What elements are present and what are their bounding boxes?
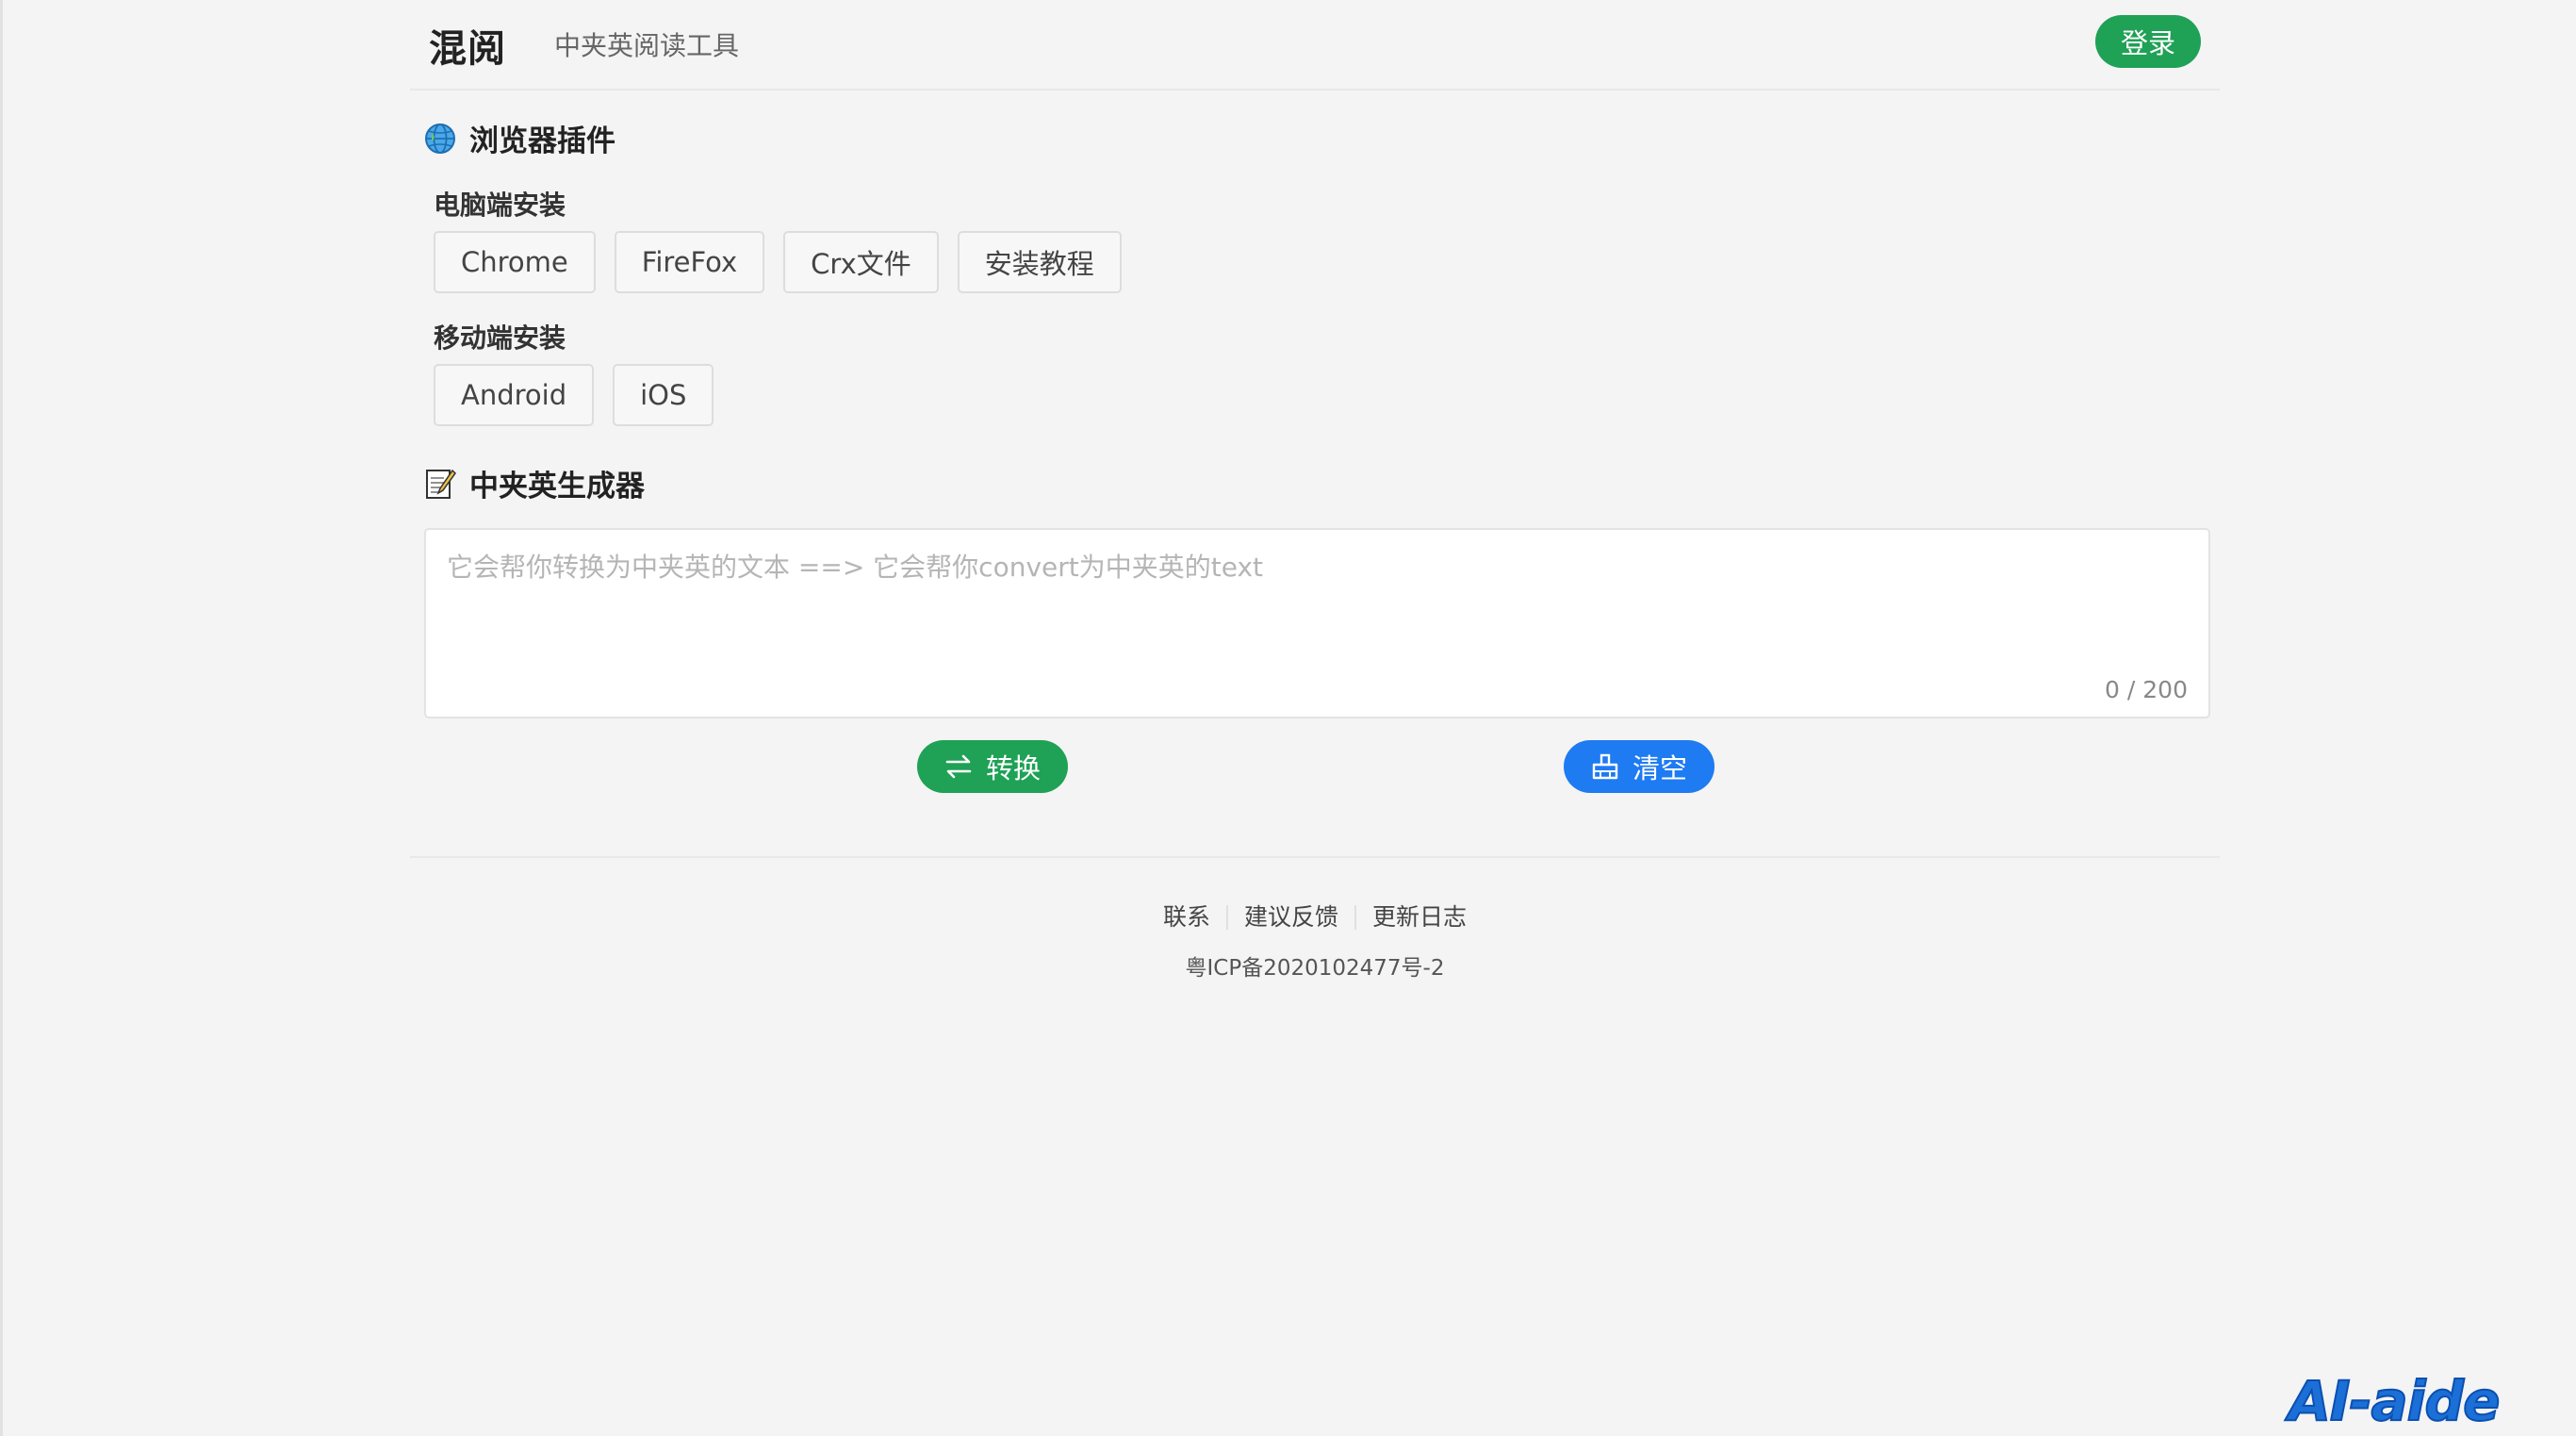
generator-section-title: 中夹英生成器 [424, 462, 645, 504]
footer-link-feedback[interactable]: 建议反馈 [1225, 905, 1354, 930]
watermark-logo: AI-aide [2288, 1368, 2501, 1434]
generator-section-label: 中夹英生成器 [469, 470, 645, 503]
install-tutorial-button[interactable]: 安装教程 [957, 231, 1122, 293]
mobile-install-buttons: Android iOS [434, 364, 714, 426]
convert-button[interactable]: 转换 [917, 740, 1068, 793]
login-button[interactable]: 登录 [2095, 15, 2201, 68]
globe-icon [425, 123, 455, 154]
ios-button[interactable]: iOS [613, 364, 714, 426]
desktop-install-buttons: Chrome FireFox Crx文件 安装教程 [434, 231, 1122, 293]
broom-icon [1592, 753, 1618, 780]
desktop-install-title: 电脑端安装 [434, 190, 566, 221]
source-text-input[interactable] [426, 530, 2208, 717]
footer-divider [410, 856, 2220, 858]
footer-links: 联系 建议反馈 更新日志 [410, 905, 2220, 930]
top-header: 混阅 中夹英阅读工具 登录 [410, 0, 2220, 91]
android-button[interactable]: Android [434, 364, 595, 426]
window-edge [0, 0, 3, 1436]
convert-label: 转换 [985, 752, 1041, 784]
icp-record[interactable]: 粤ICP备2020102477号-2 [410, 949, 2220, 982]
memo-icon [426, 469, 456, 499]
brand-logo[interactable]: 混阅 [429, 18, 506, 73]
brand-tagline: 中夹英阅读工具 [554, 30, 740, 61]
plugin-section-title: 浏览器插件 [424, 117, 615, 159]
footer-link-changelog[interactable]: 更新日志 [1354, 905, 1483, 930]
footer-link-contact[interactable]: 联系 [1147, 905, 1226, 930]
clear-label: 清空 [1632, 752, 1687, 784]
firefox-button[interactable]: FireFox [614, 231, 765, 293]
swap-arrows-icon [945, 754, 972, 779]
text-input-box: 0 / 200 [424, 528, 2210, 718]
char-counter: 0 / 200 [2105, 676, 2188, 703]
chrome-button[interactable]: Chrome [434, 231, 596, 293]
clear-button[interactable]: 清空 [1564, 740, 1715, 793]
crx-file-button[interactable]: Crx文件 [783, 231, 939, 293]
plugin-section-label: 浏览器插件 [469, 124, 615, 158]
mobile-install-title: 移动端安装 [434, 322, 566, 354]
